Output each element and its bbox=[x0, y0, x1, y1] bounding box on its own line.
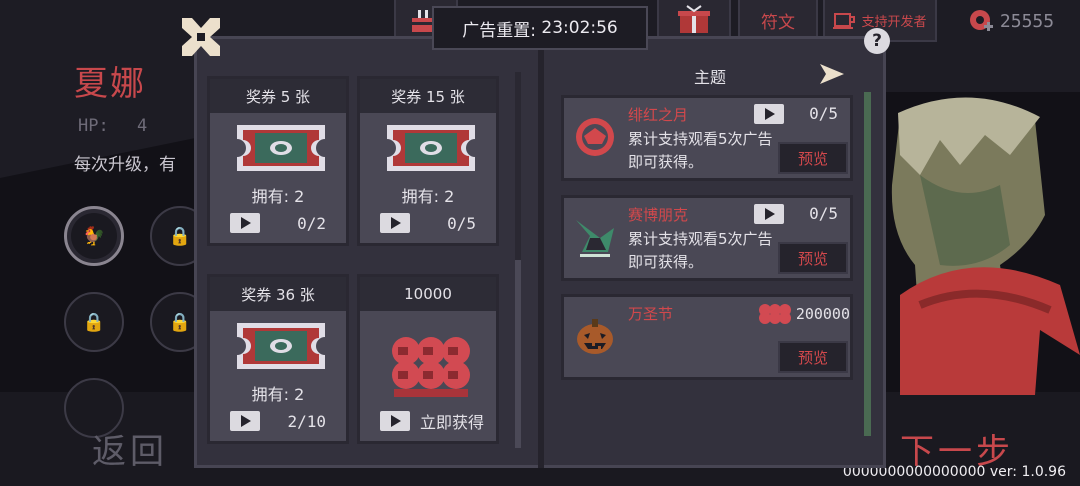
coin-amount: 25555 bbox=[999, 10, 1055, 32]
coupon-title: 奖券 15 张 bbox=[360, 79, 496, 113]
theme-card[interactable]: 赛博朋克 0/5 累计支持观看5次广告即可获得。 预览 bbox=[561, 195, 853, 281]
owned-value: 2 bbox=[294, 187, 305, 206]
help-icon[interactable]: ? bbox=[864, 28, 890, 54]
crimson-moon-icon bbox=[576, 118, 614, 156]
left-scrollbar-thumb[interactable] bbox=[515, 260, 521, 448]
coin-counter[interactable]: 25555 bbox=[942, 0, 1080, 42]
theme-progress: 0/5 bbox=[809, 204, 838, 223]
support-dev-label: 支持开发者 bbox=[861, 14, 927, 30]
owned-count: 拥有: 2 bbox=[210, 381, 346, 405]
ticket-icon bbox=[237, 125, 325, 171]
right-scrollbar[interactable] bbox=[864, 92, 871, 436]
skill-slot-rooster[interactable]: 🐓 bbox=[64, 206, 124, 266]
coupon-card[interactable]: 奖券 36 张 拥有: 2 2/10 bbox=[207, 274, 349, 444]
coin-stack-icon bbox=[392, 337, 470, 397]
hp-row: HP: 4 bbox=[78, 116, 165, 136]
owned-count: 拥有: 2 bbox=[360, 183, 496, 207]
preview-button[interactable]: 预览 bbox=[778, 341, 848, 373]
watch-ad-button[interactable] bbox=[230, 411, 260, 431]
get-now-label: 立即获得 bbox=[419, 413, 484, 432]
coupon-card[interactable]: 奖券 5 张 拥有: 2 0/2 bbox=[207, 76, 349, 246]
ad-reset-label: 广告重置: bbox=[462, 20, 536, 41]
coffee-cup-icon bbox=[833, 13, 856, 29]
close-icon[interactable] bbox=[178, 14, 224, 60]
hp-value: 4 bbox=[136, 116, 148, 136]
cyberpunk-crow-icon bbox=[576, 220, 614, 257]
owned-value: 2 bbox=[444, 187, 455, 206]
theme-progress: 0/5 bbox=[809, 104, 838, 123]
watch-ad-button[interactable] bbox=[754, 104, 784, 124]
owned-label: 拥有: bbox=[251, 385, 290, 404]
theme-description: 累计支持观看5次广告即可获得。 bbox=[628, 230, 773, 271]
theme-price: 200000 bbox=[758, 303, 850, 325]
owned-label: 拥有: bbox=[401, 187, 440, 206]
ad-reset-value: 23:02:56 bbox=[541, 18, 618, 38]
watch-ad-button[interactable] bbox=[754, 204, 784, 224]
send-arrow-icon[interactable] bbox=[818, 62, 846, 86]
ad-progress: 0/5 bbox=[447, 214, 476, 233]
theme-card[interactable]: 万圣节 200000 预览 bbox=[561, 294, 853, 380]
skill-slot-locked[interactable]: 🔒 bbox=[64, 292, 124, 352]
gift-icon bbox=[678, 5, 710, 33]
character-portrait bbox=[891, 97, 1080, 395]
ad-progress: 0/2 bbox=[297, 214, 326, 233]
panel-divider bbox=[538, 36, 544, 468]
pumpkin-icon bbox=[577, 319, 613, 354]
coupon-title: 奖券 5 张 bbox=[210, 79, 346, 113]
preview-button[interactable]: 预览 bbox=[778, 142, 848, 174]
left-scrollbar[interactable] bbox=[515, 72, 521, 448]
ad-reset-timer: 广告重置: 23:02:56 bbox=[432, 6, 648, 50]
owned-value: 2 bbox=[294, 385, 305, 404]
ticket-icon bbox=[237, 323, 325, 369]
character-name: 夏娜 bbox=[74, 64, 146, 104]
add-coins-icon bbox=[969, 10, 993, 31]
character-description: 每次升级，有 bbox=[74, 155, 176, 175]
owned-count: 拥有: 2 bbox=[210, 183, 346, 207]
watch-ad-button[interactable] bbox=[380, 213, 410, 233]
back-button[interactable]: 返回 bbox=[92, 424, 168, 473]
coin-stack-icon bbox=[758, 304, 791, 324]
watch-ad-button[interactable] bbox=[230, 213, 260, 233]
ticket-icon bbox=[387, 125, 475, 171]
coin-offer-title: 10000 bbox=[360, 277, 496, 311]
theme-name: 绯红之月 bbox=[628, 106, 689, 124]
ad-progress: 2/10 bbox=[287, 412, 326, 431]
theme-name: 万圣节 bbox=[628, 305, 674, 323]
hp-label: HP: bbox=[78, 116, 109, 136]
preview-button[interactable]: 预览 bbox=[778, 242, 848, 274]
coin-offer-card[interactable]: 10000 立即获得 bbox=[357, 274, 499, 444]
coupon-title: 奖券 36 张 bbox=[210, 277, 346, 311]
watch-ad-button[interactable] bbox=[380, 411, 410, 431]
owned-label: 拥有: bbox=[251, 187, 290, 206]
coupon-card[interactable]: 奖券 15 张 拥有: 2 0/5 bbox=[357, 76, 499, 246]
theme-name: 赛博朋克 bbox=[628, 206, 689, 224]
theme-card[interactable]: 绯红之月 0/5 累计支持观看5次广告即可获得。 预览 bbox=[561, 95, 853, 181]
theme-price-value: 200000 bbox=[795, 305, 850, 323]
theme-description: 累计支持观看5次广告即可获得。 bbox=[628, 130, 773, 171]
themes-header: 主题 bbox=[694, 68, 727, 87]
